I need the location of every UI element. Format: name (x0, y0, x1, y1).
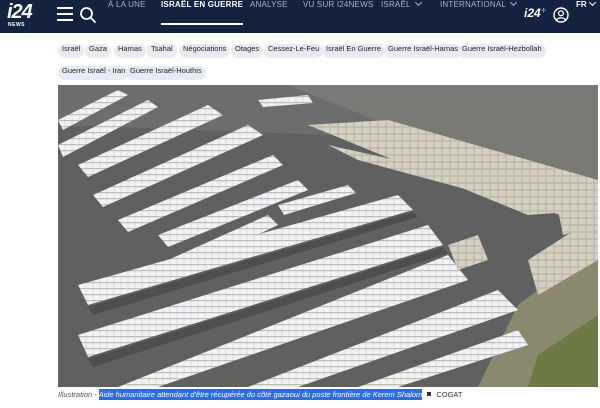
user-account-icon[interactable] (553, 7, 569, 23)
chevron-down-icon (509, 0, 518, 7)
tag-hamas[interactable]: Hamas (114, 44, 146, 58)
hamburger-menu-icon[interactable] (57, 7, 73, 23)
tag-guerre-israel-iran[interactable]: Guerre Israël - Iran (58, 66, 130, 80)
top-navbar: i24 NEWS À LA UNE ISRAËL EN GUERRE ANALY… (0, 0, 600, 33)
nav-item-a-la-une[interactable]: À LA UNE (108, 0, 146, 33)
tag-guerre-israel-hamas[interactable]: Guerre Israël-Hamas (384, 44, 463, 58)
nav-item-israel[interactable]: ISRAËL (381, 0, 422, 33)
nav-item-analyse[interactable]: ANALYSE (250, 0, 288, 33)
tag-tsahal[interactable]: Tsahal (147, 44, 177, 58)
tag-israel-en-guerre[interactable]: Israël En Guerre (322, 44, 386, 58)
language-selector[interactable]: FR (576, 0, 596, 33)
chevron-down-icon (414, 0, 422, 7)
chevron-down-icon (588, 0, 596, 7)
tag-gaza[interactable]: Gaza (85, 44, 111, 58)
caption-label: Illustration - (58, 390, 99, 399)
photo-caption: Illustration - Aide humanitaire attendan… (58, 389, 598, 404)
tag-israel[interactable]: Israël (58, 44, 85, 58)
search-icon[interactable] (79, 6, 97, 24)
article-photo-humanitarian-aid (58, 85, 598, 387)
tag-cessez-le-feu[interactable]: Cessez-Le-Feu (264, 44, 324, 58)
logo-text: i24 (7, 1, 33, 23)
site-logo[interactable]: i24 NEWS (7, 1, 43, 30)
tag-guerre-israel-hezbollah[interactable]: Guerre Israël-Hezbollah (458, 44, 546, 58)
tag-guerre-israel-houthis[interactable]: Guerre Israël-Houthis (126, 66, 206, 80)
photo-credit: COGAT (436, 390, 463, 399)
nav-item-israel-en-guerre[interactable]: ISRAËL EN GUERRE (161, 0, 244, 33)
nav-item-vu-sur-i24news[interactable]: VU SUR I24NEWS (303, 0, 373, 33)
i24-plus-logo[interactable]: i24+ (524, 5, 546, 20)
tag-otages[interactable]: Otages (231, 44, 264, 58)
logo-subtext: NEWS (8, 22, 25, 28)
separator-square-icon (427, 392, 432, 396)
caption-text: Aide humanitaire attendant d'être récupé… (98, 389, 423, 400)
tag-negociations[interactable]: Négociations (179, 44, 231, 58)
nav-item-international[interactable]: INTERNATIONAL (440, 0, 518, 33)
